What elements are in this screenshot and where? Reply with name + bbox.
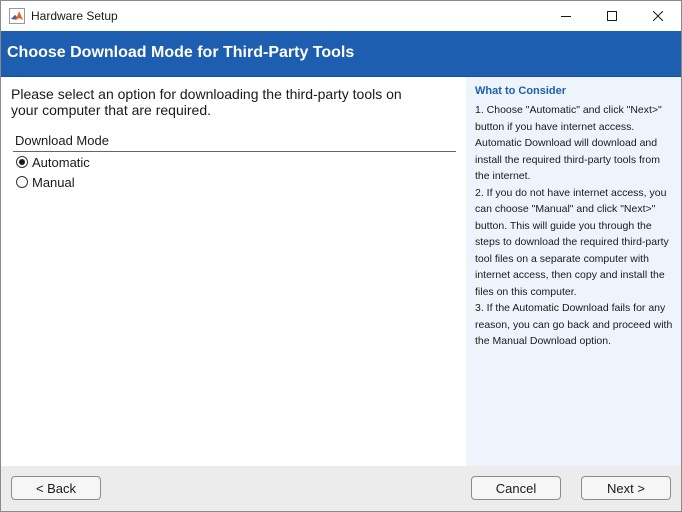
download-mode-label: Download Mode	[15, 133, 109, 148]
help-title: What to Consider	[475, 85, 567, 97]
maximize-icon[interactable]	[589, 1, 635, 31]
instruction-text: Please select an option for downloading …	[11, 86, 402, 118]
radio-automatic-label[interactable]: Automatic	[32, 155, 90, 170]
group-divider	[13, 151, 456, 152]
cancel-button[interactable]: Cancel	[471, 476, 561, 500]
radio-manual[interactable]: Manual	[16, 173, 75, 191]
help-panel: What to Consider 1. Choose "Automatic" a…	[466, 77, 681, 466]
page-title: Choose Download Mode for Third-Party Too…	[7, 44, 355, 61]
help-paragraph-1: 1. Choose "Automatic" and click "Next>" …	[475, 104, 662, 182]
radio-selected-icon[interactable]	[16, 156, 28, 168]
radio-unselected-icon[interactable]	[16, 176, 28, 188]
help-paragraph-3: 3. If the Automatic Download fails for a…	[475, 302, 673, 347]
next-button[interactable]: Next >	[581, 476, 671, 500]
window-title: Hardware Setup	[31, 9, 118, 23]
help-paragraph-2: 2. If you do not have internet access, y…	[475, 186, 669, 298]
radio-manual-label[interactable]: Manual	[32, 175, 75, 190]
page-header: Choose Download Mode for Third-Party Too…	[1, 31, 681, 77]
radio-automatic[interactable]: Automatic	[16, 153, 90, 171]
title-bar[interactable]: Hardware Setup	[1, 1, 681, 31]
footer-bar: < Back Cancel Next >	[1, 466, 681, 511]
matlab-logo-icon	[9, 8, 25, 24]
main-panel: Please select an option for downloading …	[1, 77, 465, 466]
close-icon[interactable]	[635, 1, 681, 31]
hardware-setup-window: Hardware Setup Choose Download Mode for …	[0, 0, 682, 512]
help-body: 1. Choose "Automatic" and click "Next>" …	[475, 102, 675, 350]
back-button[interactable]: < Back	[11, 476, 101, 500]
minimize-icon[interactable]	[543, 1, 589, 31]
